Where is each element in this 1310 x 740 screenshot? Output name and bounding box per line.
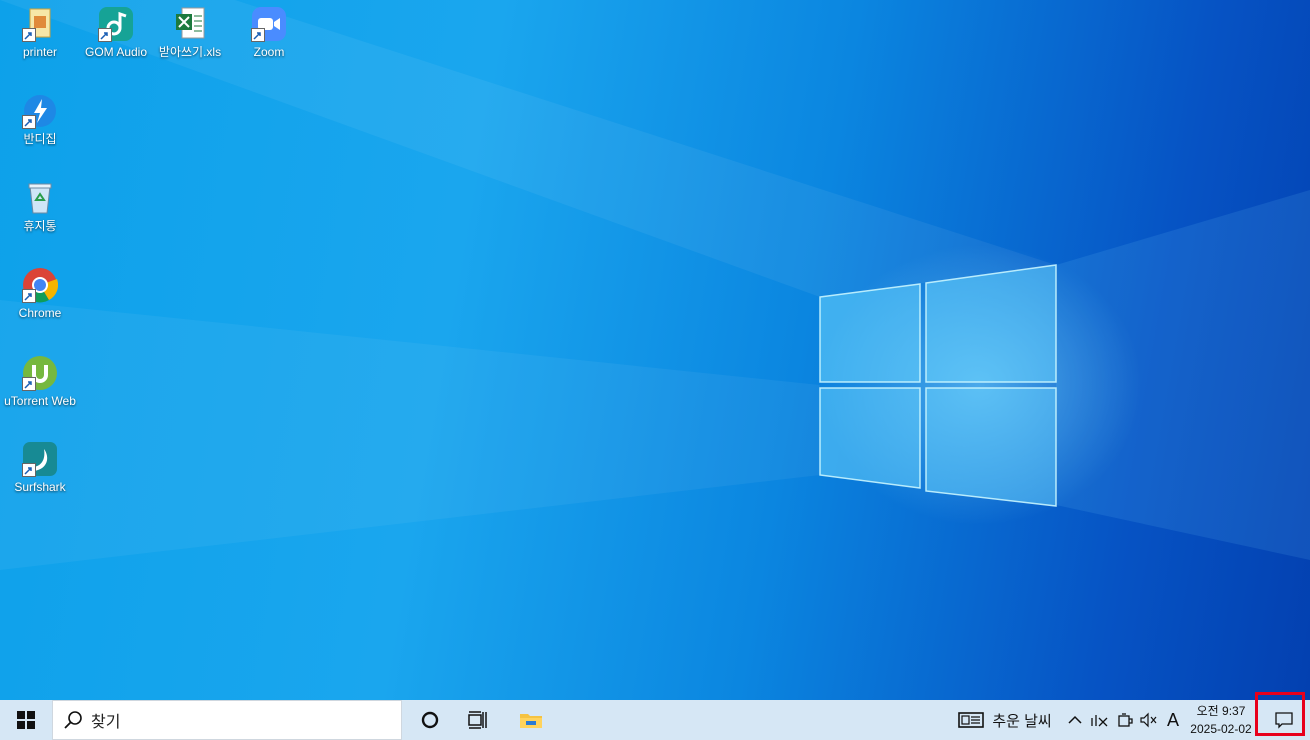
- desktop-icon-label: GOM Audio: [84, 45, 148, 59]
- search-icon: [64, 711, 82, 729]
- taskbar: 찾기 추운 날씨 A 오전 9:37 2025-02-02: [0, 700, 1310, 740]
- volume-tray-button[interactable]: [1138, 700, 1160, 740]
- chrome-icon: [22, 267, 59, 303]
- weather-widget[interactable]: 추운 날씨: [950, 700, 1060, 740]
- shortcut-arrow-icon: [22, 289, 36, 303]
- windows-start-icon: [17, 711, 35, 729]
- bandizip-icon: [22, 93, 58, 129]
- task-view-icon: [468, 711, 487, 729]
- shortcut-arrow-icon: [98, 28, 112, 42]
- windows-logo-wallpaper: [819, 264, 1057, 507]
- utorrent-icon: [22, 355, 58, 391]
- gom-audio-icon: [98, 6, 134, 42]
- shortcut-arrow-icon: [22, 115, 36, 129]
- clock-date: 2025-02-02: [1190, 722, 1252, 736]
- device-icon: [1118, 713, 1133, 727]
- start-button[interactable]: [0, 700, 52, 740]
- desktop-icon-gom-audio[interactable]: GOM Audio: [80, 6, 152, 61]
- file-explorer-folder-icon: [520, 714, 542, 728]
- excel-file-icon: [172, 6, 208, 42]
- desktop-icon-zoom[interactable]: Zoom: [233, 6, 305, 61]
- device-tray-button[interactable]: [1114, 700, 1136, 740]
- task-view-button[interactable]: [458, 700, 498, 740]
- cortana-circle-icon: [421, 711, 439, 729]
- network-disconnected-icon: [1091, 715, 1108, 727]
- desktop-icon-excel-file[interactable]: 받아쓰기.xls: [154, 6, 226, 61]
- highlight-box: [1255, 692, 1305, 736]
- recycle-bin-icon: [22, 180, 58, 216]
- desktop-background: printer GOM Audio 받아쓰기.xls Zoom 반디집 휴지통 …: [0, 0, 1310, 700]
- clock-time: 오전 9:37: [1196, 704, 1246, 718]
- desktop-icon-label: 휴지통: [23, 219, 57, 233]
- desktop-icon-utorrent-web[interactable]: uTorrent Web: [4, 355, 76, 410]
- desktop-icon-label: 반디집: [23, 132, 57, 146]
- cortana-button[interactable]: [410, 700, 450, 740]
- weather-text: 추운 날씨: [992, 712, 1052, 730]
- network-tray-button[interactable]: [1088, 700, 1112, 740]
- desktop-icon-label: Chrome: [18, 306, 62, 320]
- desktop-icon-label: uTorrent Web: [4, 394, 76, 408]
- ime-label: A: [1166, 709, 1179, 730]
- desktop-icon-surfshark[interactable]: Surfshark: [4, 441, 76, 496]
- printer-file-icon: [22, 6, 58, 42]
- volume-muted-icon: [1140, 712, 1157, 728]
- desktop-icon-printer[interactable]: printer: [4, 6, 76, 61]
- shortcut-arrow-icon: [22, 28, 36, 42]
- news-weather-icon: [958, 712, 985, 728]
- desktop-icon-label: Surfshark: [14, 480, 66, 494]
- desktop-icon-bandizip[interactable]: 반디집: [4, 93, 76, 148]
- desktop-icon-label: printer: [22, 45, 57, 59]
- input-method-indicator[interactable]: A: [1162, 700, 1184, 740]
- search-input[interactable]: 찾기: [52, 700, 402, 740]
- search-placeholder: 찾기: [91, 714, 121, 731]
- shortcut-arrow-icon: [22, 377, 36, 391]
- chevron-up-icon: [1068, 715, 1082, 724]
- clock[interactable]: 오전 9:37 2025-02-02: [1186, 702, 1256, 738]
- file-explorer-button[interactable]: [510, 700, 552, 740]
- zoom-icon: [251, 6, 287, 42]
- surfshark-icon: [22, 441, 58, 477]
- show-hidden-icons-button[interactable]: [1064, 700, 1086, 740]
- shortcut-arrow-icon: [251, 28, 265, 42]
- shortcut-arrow-icon: [22, 463, 36, 477]
- desktop-icon-recycle-bin[interactable]: 휴지통: [4, 180, 76, 235]
- desktop-icon-label: Zoom: [253, 45, 285, 59]
- desktop-icon-label: 받아쓰기.xls: [158, 45, 222, 59]
- desktop-icon-chrome[interactable]: Chrome: [4, 267, 76, 322]
